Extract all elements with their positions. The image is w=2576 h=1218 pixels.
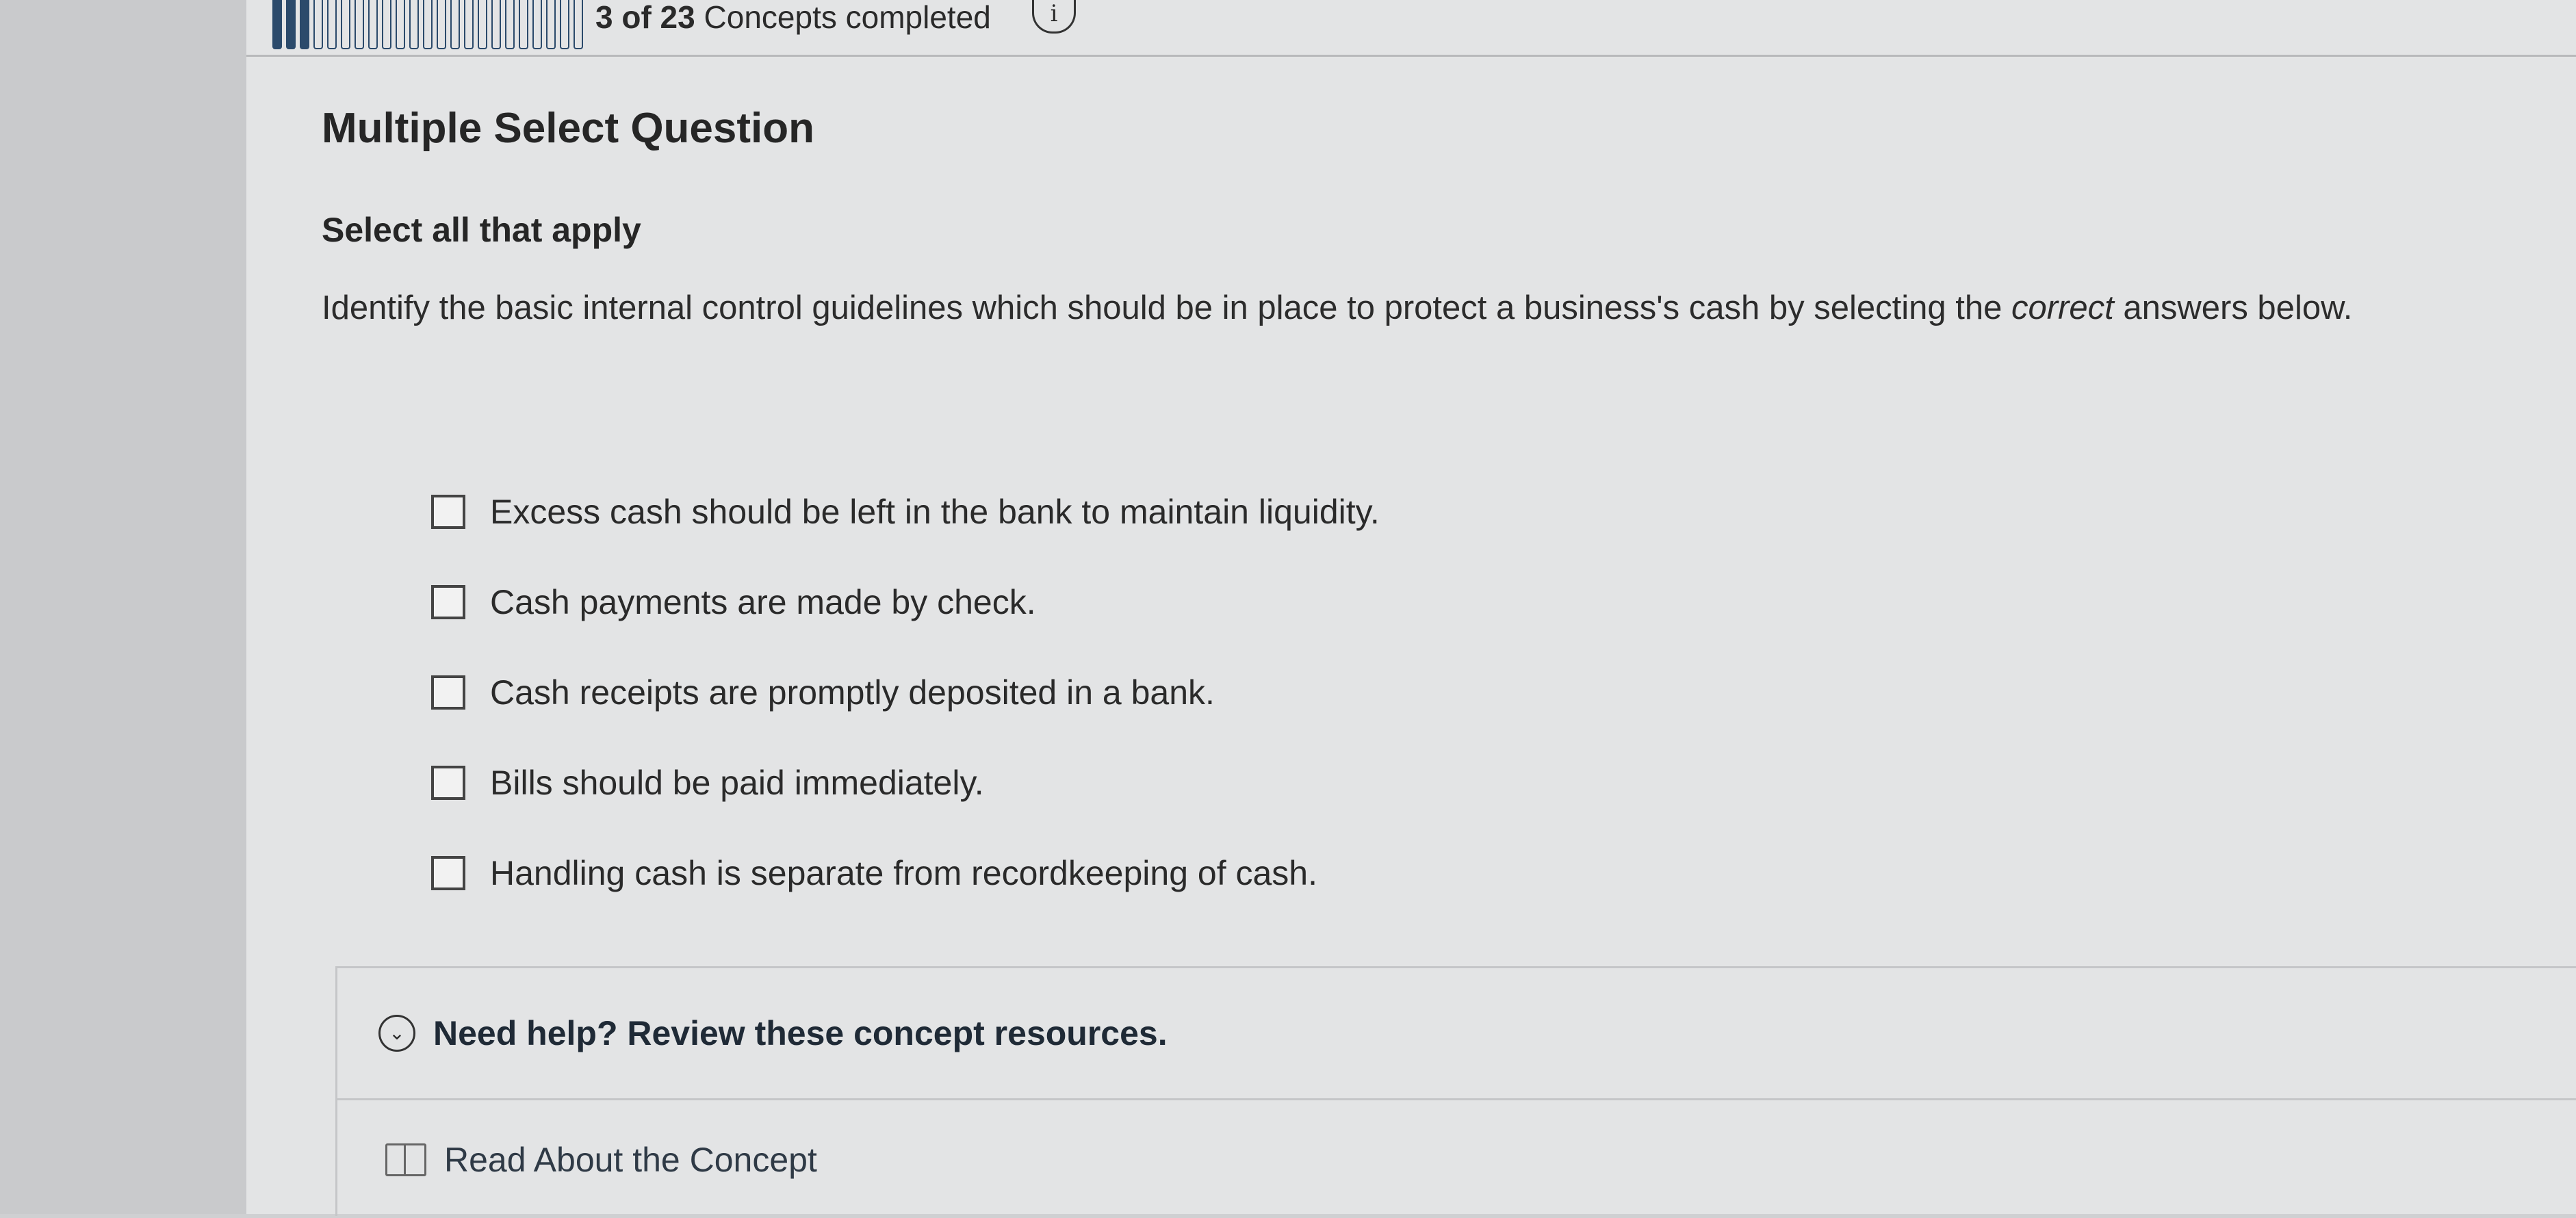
checkbox[interactable] [431, 585, 465, 619]
answer-option-label: Handling cash is separate from recordkee… [490, 854, 1317, 892]
progress-segment-incomplete [560, 0, 569, 49]
progress-segment-incomplete [478, 0, 487, 49]
answer-option[interactable]: Cash payments are made by check. [431, 557, 1380, 647]
progress-segment-incomplete [423, 0, 433, 49]
checkbox[interactable] [431, 675, 465, 710]
prompt-text-end: answers below. [2113, 289, 2353, 326]
read-about-concept-label: Read About the Concept [444, 1141, 817, 1179]
answer-option-label: Bills should be paid immediately. [490, 764, 984, 802]
question-type-title: Multiple Select Question [322, 105, 814, 152]
need-help-toggle[interactable]: ⌄ Need help? Review these concept resour… [337, 968, 2576, 1100]
book-icon [385, 1143, 426, 1176]
answer-option[interactable]: Bills should be paid immediately. [431, 738, 1380, 828]
progress-segment-incomplete [382, 0, 391, 49]
question-instruction: Select all that apply [322, 211, 641, 249]
progress-segment-incomplete [505, 0, 515, 49]
progress-segment-complete [286, 0, 296, 49]
answer-option[interactable]: Cash receipts are promptly deposited in … [431, 647, 1380, 738]
question-card: Multiple Select Question Select all that… [246, 56, 2576, 1216]
checkbox[interactable] [431, 856, 465, 890]
progress-segment-incomplete [532, 0, 542, 49]
progress-segment-incomplete [450, 0, 460, 49]
progress-label: Concepts completed [704, 0, 991, 35]
progress-segment-incomplete [327, 0, 337, 49]
progress-segment-incomplete [396, 0, 405, 49]
checkbox[interactable] [431, 495, 465, 529]
progress-segment-complete [272, 0, 282, 49]
checkbox[interactable] [431, 766, 465, 800]
question-prompt: Identify the basic internal control guid… [322, 289, 2352, 327]
page: 3 of 23 Concepts completed i Multiple Se… [246, 0, 2576, 1216]
answer-option-label: Cash payments are made by check. [490, 583, 1036, 621]
answer-option[interactable]: Handling cash is separate from recordkee… [431, 828, 1380, 918]
progress-header: 3 of 23 Concepts completed i [246, 0, 2576, 57]
info-icon[interactable]: i [1032, 0, 1076, 34]
progress-segment-complete [300, 0, 309, 49]
progress-segment-incomplete [574, 0, 583, 49]
prompt-emphasis: correct [2011, 289, 2114, 326]
progress-count: 3 of 23 [595, 0, 695, 35]
concept-resources-panel: ⌄ Need help? Review these concept resour… [335, 966, 2576, 1216]
progress-segment-incomplete [368, 0, 378, 49]
answer-option-label: Cash receipts are promptly deposited in … [490, 673, 1215, 712]
left-gutter [0, 0, 246, 1214]
progress-segment-incomplete [546, 0, 556, 49]
answer-choices: Excess cash should be left in the bank t… [431, 467, 1380, 918]
progress-segment-incomplete [464, 0, 474, 49]
prompt-text-start: Identify the basic internal control guid… [322, 289, 2011, 326]
progress-segment-incomplete [409, 0, 419, 49]
progress-segment-incomplete [437, 0, 446, 49]
progress-segment-incomplete [491, 0, 501, 49]
answer-option-label: Excess cash should be left in the bank t… [490, 493, 1380, 531]
need-help-label: Need help? Review these concept resource… [433, 1014, 1168, 1052]
read-about-concept-link[interactable]: Read About the Concept [337, 1102, 817, 1218]
progress-segment-incomplete [313, 0, 323, 49]
progress-text: 3 of 23 Concepts completed [595, 0, 991, 34]
progress-segment-incomplete [341, 0, 350, 49]
chevron-down-circle-icon[interactable]: ⌄ [378, 1015, 415, 1052]
progress-segment-incomplete [355, 0, 364, 49]
answer-option[interactable]: Excess cash should be left in the bank t… [431, 467, 1380, 557]
progress-segment-incomplete [519, 0, 528, 49]
